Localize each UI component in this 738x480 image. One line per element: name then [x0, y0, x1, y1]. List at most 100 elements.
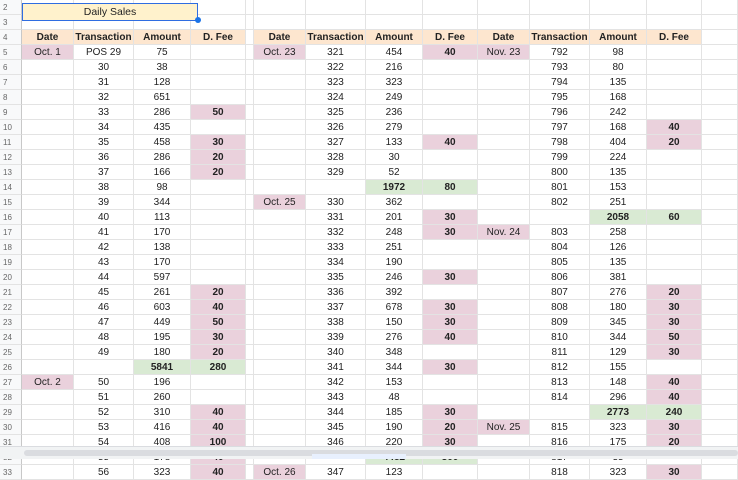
spacer-cell[interactable]: [702, 345, 738, 360]
spacer-cell[interactable]: [702, 285, 738, 300]
row-number[interactable]: 9: [0, 105, 22, 120]
amount-cell[interactable]: 180: [134, 345, 191, 360]
amount-cell[interactable]: 113: [134, 210, 191, 225]
date-cell[interactable]: [478, 315, 530, 330]
amount-cell[interactable]: 392: [366, 285, 423, 300]
transaction-cell[interactable]: [306, 180, 366, 195]
fee-cell[interactable]: 40: [191, 300, 246, 315]
spacer-cell[interactable]: [246, 300, 254, 315]
amount-cell[interactable]: 276: [590, 285, 647, 300]
amount-cell[interactable]: 38: [134, 60, 191, 75]
fee-cell[interactable]: 40: [423, 45, 478, 60]
amount-cell[interactable]: 276: [366, 330, 423, 345]
empty-cell[interactable]: [647, 15, 702, 30]
amount-cell[interactable]: 345: [590, 315, 647, 330]
fee-cell[interactable]: [423, 285, 478, 300]
amount-cell[interactable]: 48: [366, 390, 423, 405]
transaction-cell[interactable]: 48: [74, 330, 134, 345]
date-cell[interactable]: [22, 300, 74, 315]
transaction-cell[interactable]: 807: [530, 285, 590, 300]
amount-cell[interactable]: 166: [134, 165, 191, 180]
spacer-cell[interactable]: [702, 330, 738, 345]
transaction-cell[interactable]: 334: [306, 255, 366, 270]
row-number[interactable]: 17: [0, 225, 22, 240]
row-number[interactable]: 30: [0, 420, 22, 435]
date-cell[interactable]: [478, 465, 530, 480]
date-cell[interactable]: Oct. 1: [22, 45, 74, 60]
date-cell[interactable]: Oct. 23: [254, 45, 306, 60]
amount-cell[interactable]: 251: [590, 195, 647, 210]
transaction-cell[interactable]: 797: [530, 120, 590, 135]
date-cell[interactable]: [22, 120, 74, 135]
fee-cell[interactable]: [423, 375, 478, 390]
spacer-cell[interactable]: [246, 105, 254, 120]
amount-cell[interactable]: 246: [366, 270, 423, 285]
row-number[interactable]: 24: [0, 330, 22, 345]
date-cell[interactable]: [254, 315, 306, 330]
empty-cell[interactable]: [647, 0, 702, 15]
transaction-cell[interactable]: 326: [306, 120, 366, 135]
fee-cell[interactable]: 40: [191, 465, 246, 480]
fee-cell[interactable]: [423, 150, 478, 165]
transaction-cell[interactable]: 32: [74, 90, 134, 105]
amount-cell[interactable]: 153: [590, 180, 647, 195]
amount-cell[interactable]: 362: [366, 195, 423, 210]
transaction-cell[interactable]: 341: [306, 360, 366, 375]
spacer-cell[interactable]: [702, 210, 738, 225]
amount-cell[interactable]: 224: [590, 150, 647, 165]
date-cell[interactable]: [478, 60, 530, 75]
date-cell[interactable]: [22, 105, 74, 120]
fee-cell[interactable]: [423, 105, 478, 120]
amount-cell[interactable]: 404: [590, 135, 647, 150]
fee-cell[interactable]: [423, 165, 478, 180]
total-amount-cell[interactable]: 5841: [134, 360, 191, 375]
transaction-cell[interactable]: 335: [306, 270, 366, 285]
amount-cell[interactable]: 260: [134, 390, 191, 405]
amount-cell[interactable]: 651: [134, 90, 191, 105]
fee-cell[interactable]: [191, 240, 246, 255]
date-cell[interactable]: [254, 300, 306, 315]
transaction-cell[interactable]: 812: [530, 360, 590, 375]
transaction-cell[interactable]: 321: [306, 45, 366, 60]
spacer-cell[interactable]: [246, 270, 254, 285]
amount-cell[interactable]: 323: [134, 465, 191, 480]
date-cell[interactable]: [254, 270, 306, 285]
total-fee-cell[interactable]: 240: [647, 405, 702, 420]
transaction-cell[interactable]: 810: [530, 330, 590, 345]
amount-cell[interactable]: 201: [366, 210, 423, 225]
date-cell[interactable]: [22, 90, 74, 105]
date-cell[interactable]: [22, 270, 74, 285]
total-amount-cell[interactable]: 2058: [590, 210, 647, 225]
date-cell[interactable]: [22, 465, 74, 480]
fee-cell[interactable]: [191, 45, 246, 60]
spacer-cell[interactable]: [702, 390, 738, 405]
transaction-cell[interactable]: 40: [74, 210, 134, 225]
transaction-cell[interactable]: 324: [306, 90, 366, 105]
date-cell[interactable]: [22, 255, 74, 270]
date-cell[interactable]: [22, 420, 74, 435]
spacer-cell[interactable]: [702, 300, 738, 315]
date-cell[interactable]: [22, 240, 74, 255]
transaction-cell[interactable]: 347: [306, 465, 366, 480]
fee-cell[interactable]: 20: [423, 420, 478, 435]
amount-cell[interactable]: 80: [590, 60, 647, 75]
spacer-cell[interactable]: [246, 360, 254, 375]
spacer-cell[interactable]: [702, 75, 738, 90]
date-cell[interactable]: [254, 120, 306, 135]
fee-cell[interactable]: [647, 60, 702, 75]
amount-cell[interactable]: 150: [366, 315, 423, 330]
spacer-cell[interactable]: [702, 360, 738, 375]
fee-cell[interactable]: 20: [191, 345, 246, 360]
column-header[interactable]: Transaction: [74, 30, 134, 45]
date-cell[interactable]: [22, 195, 74, 210]
amount-cell[interactable]: 98: [134, 180, 191, 195]
date-cell[interactable]: [478, 180, 530, 195]
amount-cell[interactable]: 196: [134, 375, 191, 390]
row-number[interactable]: 4: [0, 30, 22, 45]
row-number[interactable]: 29: [0, 405, 22, 420]
date-cell[interactable]: Nov. 24: [478, 225, 530, 240]
date-cell[interactable]: [254, 405, 306, 420]
row-number[interactable]: 15: [0, 195, 22, 210]
fee-cell[interactable]: 40: [647, 390, 702, 405]
amount-cell[interactable]: 138: [134, 240, 191, 255]
